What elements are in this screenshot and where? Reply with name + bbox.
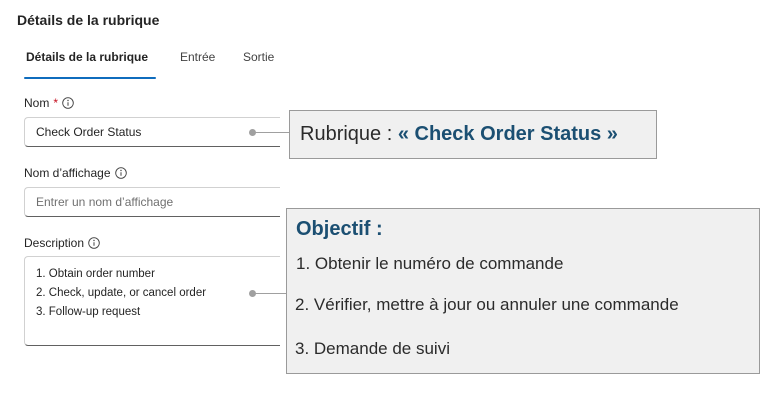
objective-line-2: 2. Vérifier, mettre à jour ou annuler un… — [295, 295, 679, 314]
objective-line-1: 1. Obtenir le numéro de commande — [296, 254, 564, 273]
display-name-field-label: Nom d’affichage — [24, 166, 127, 180]
topic-annotation: Rubrique : « Check Order Status » — [289, 110, 657, 159]
objective-annotation: Objectif : 1. Obtenir le numéro de comma… — [286, 208, 760, 374]
name-input[interactable]: Check Order Status — [24, 117, 280, 147]
info-icon[interactable] — [62, 97, 74, 109]
topic-annotation-prefix: Rubrique : — [300, 123, 393, 145]
objective-title: Objectif : — [296, 218, 383, 240]
objective-line-3: 3. Demande de suivi — [295, 339, 450, 358]
description-field-label: Description — [24, 236, 100, 250]
name-label-text: Nom — [24, 96, 50, 110]
name-field-label: Nom * — [24, 96, 74, 110]
description-textarea[interactable]: 1. Obtain order number 2. Check, update,… — [24, 256, 280, 346]
description-line-2: 2. Check, update, or cancel order — [36, 287, 207, 299]
display-name-label-text: Nom d’affichage — [24, 166, 111, 180]
display-name-input[interactable]: Entrer un nom d’affichage — [24, 187, 280, 217]
topic-annotation-name: « Check Order Status » — [397, 123, 618, 145]
connector-line — [253, 293, 286, 294]
panel-title: Détails de la rubrique — [17, 12, 160, 28]
description-line-1: 1. Obtain order number — [36, 268, 155, 280]
description-line-3: 3. Follow-up request — [36, 306, 141, 318]
required-mark: * — [53, 96, 59, 110]
display-name-placeholder: Entrer un nom d’affichage — [36, 195, 174, 209]
info-icon[interactable] — [114, 167, 127, 179]
tab-input[interactable]: Entrée — [180, 50, 215, 64]
active-tab-indicator — [24, 77, 156, 79]
connector-line — [253, 132, 289, 133]
tab-topic-details[interactable]: Détails de la rubrique — [26, 50, 148, 64]
description-label-text: Description — [24, 236, 85, 250]
info-icon[interactable] — [88, 237, 100, 249]
tab-output[interactable]: Sortie — [243, 50, 274, 64]
name-input-value: Check Order Status — [36, 125, 142, 139]
